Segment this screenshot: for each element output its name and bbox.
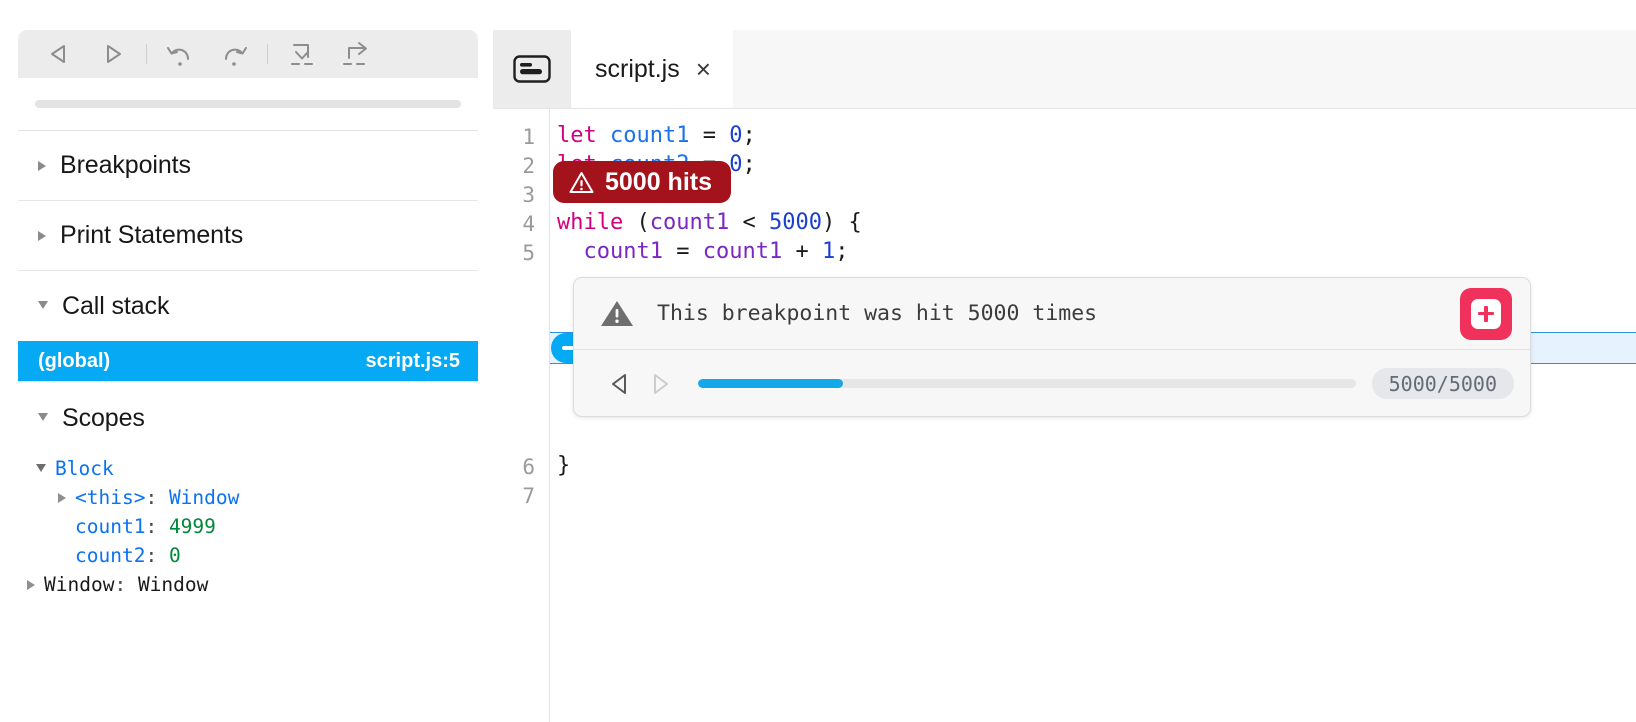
section-label: Scopes [62,403,145,432]
line-number: 6 [522,455,535,479]
warning-triangle-icon [569,171,594,193]
variable-value: 0 [168,544,181,567]
call-stack-frame-global[interactable]: (global) script.js:5 [18,341,478,381]
variable-value: Window [137,573,209,596]
variable-name: count2 [75,544,146,567]
variable-name: <this> [75,486,146,509]
tab-script-js[interactable]: script.js × [571,30,733,108]
line-number: 5 [522,241,535,265]
tab-label: script.js [595,54,680,83]
section-label: Call stack [62,291,170,320]
variable-value: Window [168,486,240,509]
arrow-down-into-icon [291,44,313,65]
line-number: 3 [522,183,535,207]
panel-toggle-button[interactable] [493,30,571,108]
chevron-down-icon [38,413,48,421]
sidebar-section-breakpoints[interactable]: Breakpoints [18,131,478,201]
colon: : [145,486,169,509]
toolbar-separator [267,44,268,64]
step-back-button[interactable] [32,31,86,77]
chevron-down-icon [36,463,46,472]
hit-counter-pill: 5000/5000 [1371,368,1514,399]
triangle-right-icon [107,45,121,63]
triangle-left-icon [612,373,626,394]
code-line-6: } [557,453,571,478]
step-out-button[interactable] [328,31,382,77]
line-number: 7 [522,484,535,508]
plus-in-square-icon [1471,298,1501,329]
colon: : [145,544,169,567]
editor-tab-bar: script.js × [493,30,1636,109]
filter-zone [18,78,478,131]
panel-toggle-icon [513,55,551,83]
popover-message-group: This breakpoint was hit 5000 times [599,298,1097,330]
code-line-1: let count1 = 0; [557,123,756,148]
chevron-right-icon [38,160,46,171]
previous-hit-button[interactable] [600,371,640,397]
add-action-button[interactable] [1460,287,1512,340]
chevron-right-icon [58,492,66,503]
colon: : [145,515,169,538]
popover-header: This breakpoint was hit 5000 times [574,278,1530,350]
sidebar-section-print-statements[interactable]: Print Statements [18,201,478,271]
scope-node-this[interactable]: <this>: Window [36,483,478,512]
hit-progress-fill [698,379,843,388]
colon: : [114,573,138,596]
sidebar-section-call-stack[interactable]: Call stack [18,271,478,341]
breakpoint-info-popover: This breakpoint was hit 5000 times 5000/… [573,277,1531,417]
arrow-up-out-icon [343,42,367,65]
resume-button[interactable] [86,31,140,77]
triangle-right-icon [654,373,668,394]
scope-label: Block [55,457,114,480]
scope-node-count2[interactable]: count2: 0 [36,541,478,570]
section-label: Breakpoints [60,151,191,179]
tab-bar-empty-area [732,30,1636,108]
debugger-controls-toolbar [18,30,478,78]
hit-counter-label: 5000/5000 [1388,371,1497,396]
step-over-button[interactable] [207,31,261,77]
line-number: 1 [522,125,535,149]
web-inspector-debugger: Breakpoints Print Statements Call stack … [0,0,1636,722]
curved-arrow-right-icon [224,47,247,66]
variable-name: Window [44,573,115,596]
line-number: 4 [522,212,535,236]
chevron-right-icon [27,579,35,590]
code-line-5: count1 = count1 + 1; [583,239,849,264]
toolbar-separator [146,44,147,64]
call-stack-frame-location: script.js:5 [365,349,460,372]
scope-node-window[interactable]: Window: Window [27,570,478,599]
scope-variables-tree: Block <this>: Window count1: 4999 count2… [18,454,478,599]
step-into-button[interactable] [274,31,328,77]
curved-arrow-left-icon [167,47,190,66]
popover-hit-navigator: 5000/5000 [574,350,1530,416]
close-icon[interactable]: × [696,56,711,82]
variable-value: 4999 [168,515,216,538]
hits-badge-label: 5000 hits [605,167,713,196]
code-line-4: while (count1 < 5000) { [557,210,862,235]
line-number: 2 [522,154,535,178]
next-hit-button[interactable] [640,371,680,397]
chevron-right-icon [38,230,46,241]
popover-message: This breakpoint was hit 5000 times [657,301,1098,326]
warning-triangle-filled-icon [601,300,633,326]
scope-node-block[interactable]: Block [36,454,478,483]
scope-node-count1[interactable]: count1: 4999 [36,512,478,541]
triangle-left-icon [51,45,65,63]
section-label: Print Statements [60,221,244,249]
breakpoint-filter-input[interactable] [35,100,461,108]
sidebar-section-scopes[interactable]: Scopes [18,382,478,454]
step-over-back-button[interactable] [153,31,207,77]
hits-badge[interactable]: 5000 hits [553,161,732,203]
hit-progress-slider[interactable] [698,379,1356,388]
chevron-down-icon [38,301,48,309]
call-stack-frame-name: (global) [38,349,111,372]
variable-name: count1 [75,515,146,538]
debugger-sidebar: Breakpoints Print Statements Call stack … [18,30,478,692]
